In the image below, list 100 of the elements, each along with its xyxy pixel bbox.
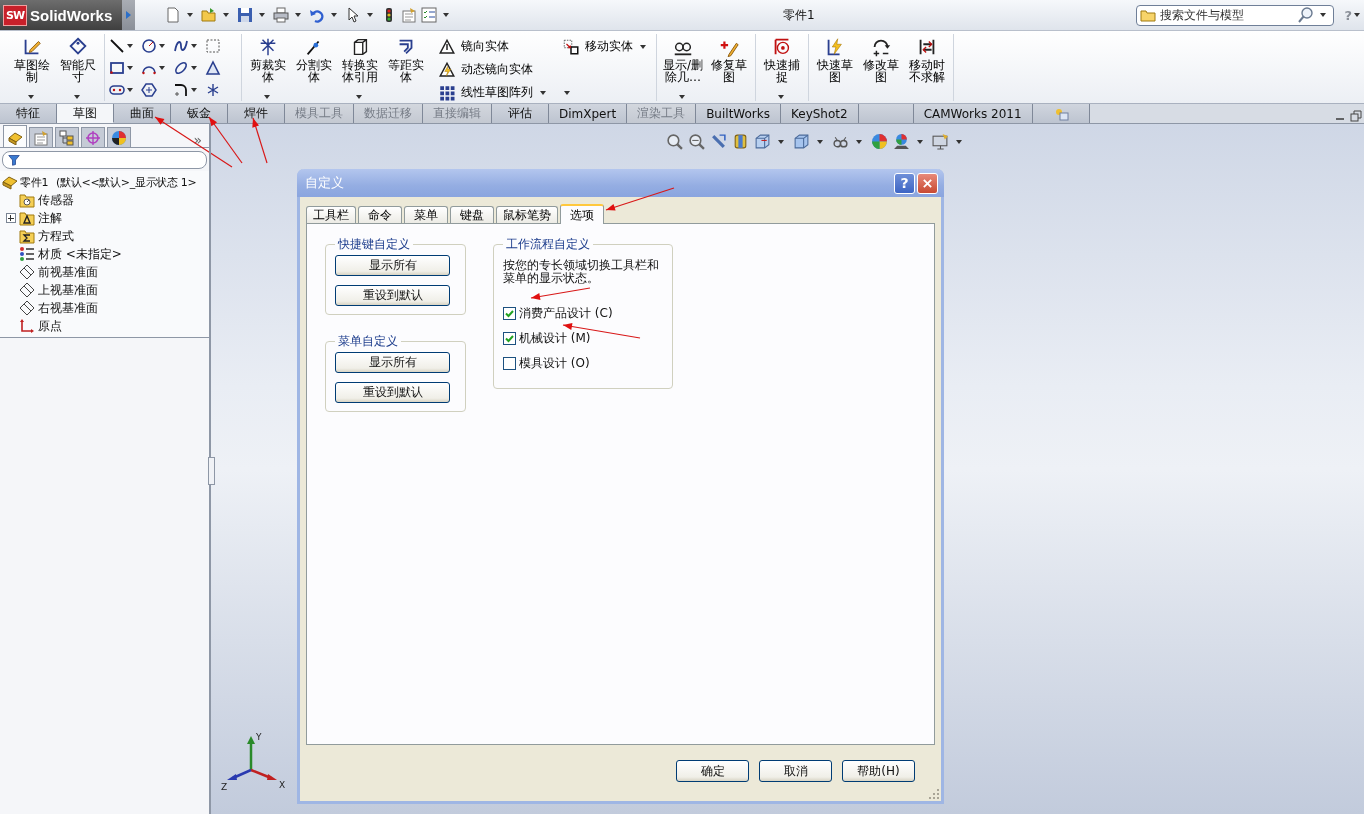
search-icon[interactable] [1298,7,1315,23]
tool-button[interactable]: 移动实体 [562,36,650,57]
cube-icon[interactable] [793,133,810,150]
ribbon-tab[interactable]: DimXpert [549,104,628,123]
color-ball-icon[interactable] [893,133,910,150]
close-button[interactable] [917,172,938,194]
dialog-button[interactable]: 显示所有 [335,352,450,373]
caret-icon[interactable] [159,44,165,48]
spline-icon[interactable] [173,38,189,54]
dialog-button[interactable]: 取消 [759,760,832,782]
cylinder-icon[interactable] [732,133,749,150]
color-ball-icon[interactable] [871,133,888,150]
slot-icon[interactable] [109,82,125,98]
filter-field[interactable] [2,151,207,169]
cube-icon[interactable] [754,133,771,150]
ribbon-tab[interactable]: 焊件 [228,104,285,123]
caret-icon[interactable] [187,13,193,17]
tool-button[interactable]: 线性草图阵列 [438,82,550,103]
dialog-tab[interactable]: 命令 [358,206,402,223]
tool-button[interactable]: 等距实体 [384,34,428,101]
hexagon-icon[interactable] [141,82,157,98]
caret-icon[interactable] [259,13,265,17]
circle-icon[interactable] [141,38,157,54]
tool-button[interactable]: 镜向实体 [438,36,509,57]
checkbox[interactable] [503,331,516,345]
checkbox-label[interactable]: 机械设计 (M) [519,329,591,347]
ribbon-tab[interactable]: 评估 [492,104,549,123]
caret-icon[interactable] [295,13,301,17]
help-button[interactable]: ? [894,172,915,194]
caret-icon[interactable] [223,13,229,17]
search-field[interactable]: 搜索文件与模型 [1136,4,1335,26]
ellipse-icon[interactable] [173,60,189,76]
more-tabs-button[interactable]: » [193,131,202,148]
save-icon[interactable] [237,7,253,23]
dialog-tab[interactable]: 菜单 [404,206,448,223]
checklist-icon[interactable] [421,7,437,23]
dialog-button[interactable]: 显示所有 [335,255,450,276]
splitter-handle[interactable] [208,457,215,485]
ribbon-tab[interactable]: BuiltWorks [696,104,781,123]
caret-icon[interactable] [127,44,133,48]
caret-icon[interactable] [191,88,197,92]
caret-icon[interactable] [540,90,546,95]
folder-icon[interactable] [201,7,217,23]
tree-item[interactable]: 零件1 [20,174,49,190]
ribbon-tab[interactable]: 特征 [0,104,57,123]
caret-icon[interactable] [367,13,373,17]
caret-icon[interactable] [264,95,270,99]
caret-icon[interactable] [191,44,197,48]
wand-icon[interactable] [710,133,727,150]
tool-button[interactable]: 剪裁实体 [246,34,290,101]
checkbox-label[interactable]: 消费产品设计 (C) [519,304,613,322]
tool-button[interactable]: 移动时不求解 [905,34,949,101]
document-icon[interactable] [165,7,181,23]
checkbox[interactable] [503,356,516,370]
caret-icon[interactable] [1354,13,1360,17]
printer-icon[interactable] [273,7,289,23]
caret-icon[interactable] [191,66,197,70]
caret-icon[interactable] [127,66,133,70]
dialog-tab[interactable]: 鼠标笔势 [496,206,558,223]
caret-icon[interactable] [778,139,784,144]
ribbon-tab[interactable] [1032,104,1090,123]
dialog-button[interactable]: 确定 [676,760,749,782]
ribbon-tab[interactable]: 钣金 [171,104,228,123]
corner-icon[interactable] [173,82,189,98]
tool-button[interactable]: 分割实体 [292,34,336,101]
triangle-icon[interactable] [205,60,221,76]
caret-icon[interactable] [159,66,165,70]
zoom-icon[interactable] [666,133,683,150]
line-icon[interactable] [109,38,125,54]
caret-icon[interactable] [443,13,449,17]
caret-icon[interactable] [640,44,646,49]
dialog-button[interactable]: 重设到默认 [335,382,450,403]
tool-button[interactable]: 快速草图 [813,34,857,101]
tree-item[interactable]: 材质 <未指定> [0,245,209,263]
rectangle-icon[interactable] [109,60,125,76]
tree-item[interactable]: 前视基准面 [0,263,209,281]
panel-tab[interactable] [107,127,131,147]
dialog-tab[interactable]: 工具栏 [306,206,356,223]
caret-icon[interactable] [1320,13,1327,17]
clipboard-icon[interactable] [401,7,417,23]
resize-grip-icon[interactable] [928,788,940,800]
tree-item[interactable]: 上视基准面 [0,281,209,299]
ribbon-tab[interactable]: KeyShot2 [781,104,859,123]
panel-tab[interactable] [3,125,27,147]
monitor-icon[interactable] [932,133,949,150]
tool-button[interactable]: 智能尺寸 [56,34,100,101]
tree-item[interactable]: 方程式 [0,227,209,245]
caret-icon[interactable] [356,95,362,99]
tool-button[interactable]: 修改草图 [859,34,903,101]
caret-icon[interactable] [679,95,685,99]
tool-button[interactable]: 显示/删除几… [661,34,705,101]
zoom-icon[interactable] [688,133,705,150]
ribbon-tab[interactable]: CAMWorks 2011 [913,104,1033,123]
caret-icon[interactable] [856,139,862,144]
expand-toggle[interactable] [5,213,16,223]
tool-button[interactable]: 快速捕捉 [760,34,804,101]
dialog-tab[interactable]: 键盘 [450,206,494,223]
ribbon-tab[interactable]: 草图 [57,104,114,123]
pointer-icon[interactable] [345,7,361,23]
tool-button[interactable]: 草图绘制 [10,34,54,101]
